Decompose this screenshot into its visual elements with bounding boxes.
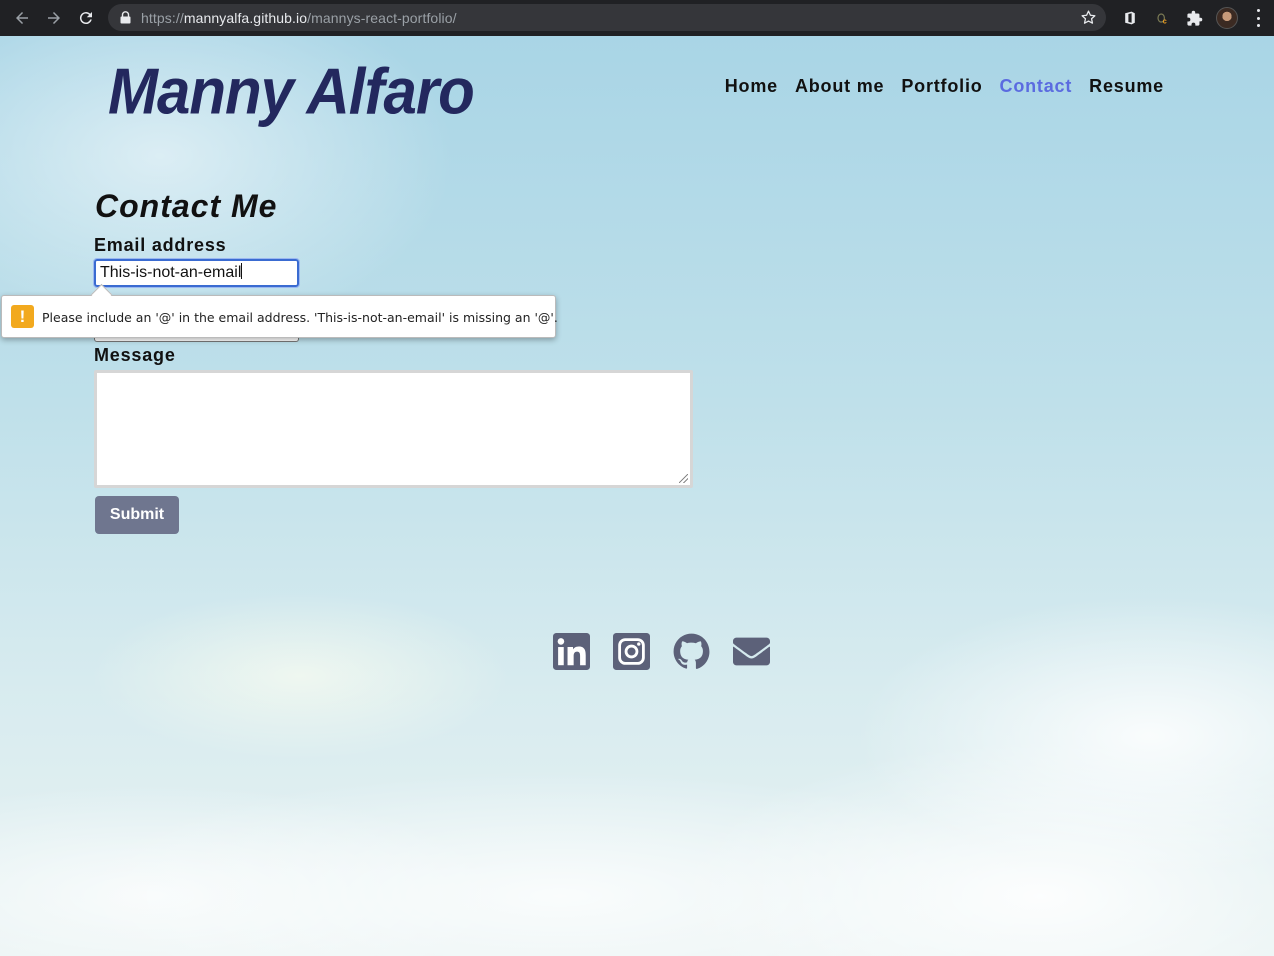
social-links [553,633,770,670]
profile-avatar[interactable] [1216,7,1238,29]
back-button[interactable] [10,6,34,30]
site-logo[interactable]: Manny Alfaro [108,54,475,129]
message-label: Message [94,345,176,365]
bug-extension-icon[interactable]: c [1152,8,1172,28]
svg-text:c: c [1163,17,1167,26]
reload-icon [79,12,92,25]
nav-about-me[interactable]: About me [795,76,884,97]
page-title: Contact Me [95,188,278,224]
validation-tooltip: ! Please include an '@' in the email add… [1,295,558,338]
url-text: https://mannyalfa.github.io/mannys-react… [141,10,457,26]
validation-message: Please include an '@' in the email addre… [42,310,558,325]
page-background: Manny Alfaro Home About me Portfolio Con… [0,36,1274,956]
warning-icon: ! [11,305,34,328]
resize-handle-icon[interactable] [679,474,688,483]
browser-toolbar: https://mannyalfa.github.io/mannys-react… [0,0,1274,36]
browser-menu-icon[interactable] [1252,9,1264,27]
address-bar[interactable]: https://mannyalfa.github.io/mannys-react… [108,4,1106,31]
linkedin-icon[interactable] [553,633,590,670]
office-extension-icon[interactable] [1120,8,1140,28]
forward-button[interactable] [42,6,66,30]
instagram-icon[interactable] [613,633,650,670]
nav-portfolio[interactable]: Portfolio [901,76,982,97]
email-icon[interactable] [733,633,770,670]
reload-button[interactable] [74,6,98,30]
nav-resume[interactable]: Resume [1089,76,1164,97]
github-icon[interactable] [673,633,710,670]
bookmark-star-icon[interactable] [1080,9,1097,26]
main-nav: Home About me Portfolio Contact Resume [725,76,1164,97]
back-arrow-icon [16,12,28,24]
email-label: Email address [94,235,227,255]
submit-button[interactable]: Submit [95,496,179,534]
nav-home[interactable]: Home [725,76,778,97]
lock-icon [120,11,131,24]
nav-contact[interactable]: Contact [1000,76,1073,97]
message-textarea[interactable] [94,370,693,488]
forward-arrow-icon [48,12,60,24]
extensions-puzzle-icon[interactable] [1184,8,1204,28]
email-field[interactable]: This-is-not-an-email [93,258,300,288]
